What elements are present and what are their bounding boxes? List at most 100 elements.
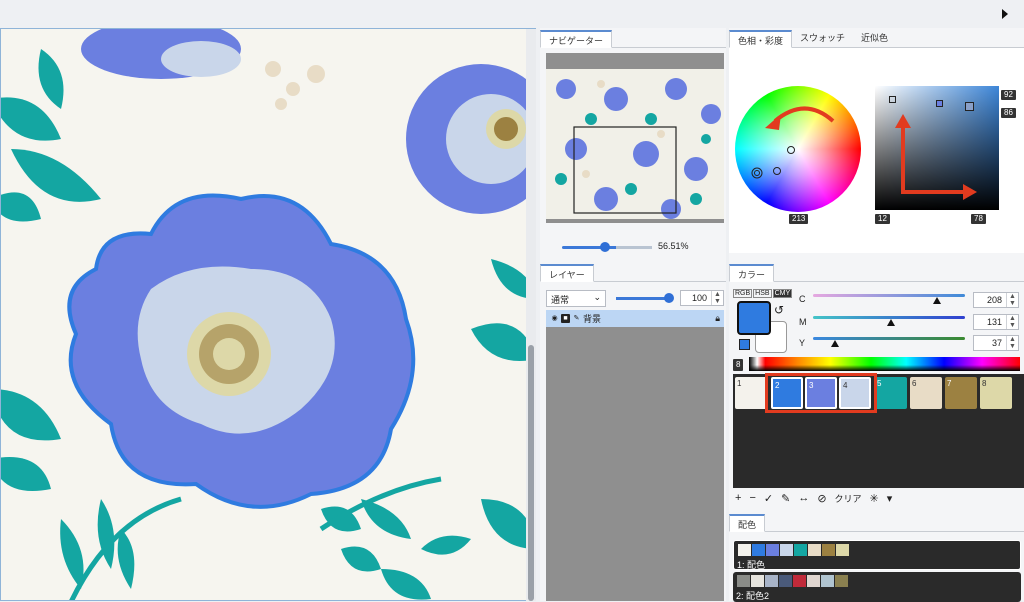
color-scheme-set-2[interactable]: 2: 配色2 — [733, 572, 1021, 602]
tab-hue-saturation[interactable]: 色相・彩度 — [729, 30, 793, 48]
y-spinner[interactable]: ▲ ▼ — [1006, 336, 1018, 350]
top-flower — [81, 29, 241, 79]
zoom-value: 56.51% — [658, 241, 689, 251]
scheme-chip — [737, 575, 750, 587]
opacity-track[interactable] — [616, 297, 670, 300]
mode-cmy[interactable]: CMY — [772, 289, 793, 298]
scheme-chip — [835, 575, 848, 587]
sv-marker-selected — [965, 102, 974, 111]
scheme-chip — [821, 575, 834, 587]
c-spinner[interactable]: ▲ ▼ — [1006, 293, 1018, 307]
color-tabbar: カラー — [729, 262, 1024, 282]
layer-name: 背景 — [583, 314, 602, 324]
color-scheme-panel: 配色 1: 配色 2: 配色2 — [729, 512, 1024, 602]
swatch-number: 5 — [877, 379, 882, 388]
m-input[interactable]: 131 ▲ ▼ — [973, 314, 1019, 330]
opacity-input[interactable]: 100 ▲ ▼ — [680, 290, 724, 306]
m-spinner[interactable]: ▲ ▼ — [1006, 315, 1018, 329]
hue-tabbar: 色相・彩度 スウォッチ 近似色 — [729, 28, 1024, 48]
settings-icon[interactable]: ✳ — [870, 492, 879, 505]
layer-tabbar: レイヤー — [540, 262, 726, 282]
leaf-cluster-left — [1, 49, 101, 222]
canvas-artwork — [1, 29, 535, 600]
delete-icon[interactable]: ⊘ — [817, 492, 826, 505]
small-color-chip[interactable] — [739, 339, 750, 350]
chevron-down-icon[interactable]: ▾ — [887, 492, 893, 505]
pen-icon[interactable]: ✎ — [781, 492, 790, 505]
navigator-tabbar: ナビゲーター — [540, 28, 726, 48]
eye-icon[interactable]: ◉ — [550, 314, 559, 323]
drawing-canvas[interactable] — [0, 28, 536, 601]
tab-navigator[interactable]: ナビゲーター — [540, 30, 613, 48]
spectrum-bar[interactable] — [749, 357, 1020, 371]
opacity-value: 100 — [691, 293, 707, 303]
opacity-knob[interactable] — [664, 293, 674, 303]
layer-row-background[interactable]: ◉ ■ ✎ 背景 🔒︎ — [546, 310, 724, 327]
navigator-preview[interactable] — [546, 53, 724, 223]
tab-approx-color[interactable]: 近似色 — [853, 29, 896, 47]
swatch-number: 7 — [947, 379, 952, 388]
main-flower — [67, 193, 416, 509]
beige-sprig — [265, 61, 325, 110]
v-mid-tag: 86 — [1001, 108, 1016, 118]
m-value: 131 — [986, 317, 1002, 327]
scrollbar-thumb[interactable] — [528, 345, 534, 601]
clear-button[interactable]: クリア — [835, 492, 862, 505]
panel-menu-arrow-icon[interactable] — [1002, 9, 1008, 19]
hue-marker-selected — [751, 167, 763, 179]
swatch-5[interactable]: 5 — [875, 377, 907, 409]
lock-icon[interactable]: 🔒︎ — [715, 313, 720, 324]
canvas-vertical-scrollbar[interactable] — [526, 29, 536, 601]
swatch-grid: 1 2 3 4 5 6 7 8 — [733, 373, 1024, 488]
rotate-arrowhead — [765, 114, 781, 130]
lock-alpha-icon[interactable]: ■ — [561, 314, 570, 323]
scheme-chip — [766, 544, 779, 556]
navigator-layer-column: ナビゲーター 56.51% レイヤー 通常 ⌄ 100 ▲ ▼ ◉ ■ ✎ 背景 🔒︎ — [540, 28, 726, 601]
tab-color-scheme[interactable]: 配色 — [729, 514, 766, 532]
scheme-chip — [794, 544, 807, 556]
y-slider-knob[interactable] — [831, 340, 839, 347]
c-input[interactable]: 208 ▲ ▼ — [973, 292, 1019, 308]
swap-icon[interactable]: ↔ — [798, 492, 809, 504]
mode-hsb[interactable]: HSB — [753, 289, 772, 298]
hue-value-tag: 213 — [789, 214, 809, 224]
swatch-7[interactable]: 7 — [945, 377, 977, 409]
zoom-slider[interactable]: 56.51% — [562, 241, 712, 253]
color-mode-tabs: RGB HSB CMY — [733, 289, 793, 298]
zoom-knob[interactable] — [600, 242, 610, 252]
blend-mode-select[interactable]: 通常 ⌄ — [546, 290, 606, 307]
scheme-chip — [836, 544, 849, 556]
scheme-name: 2: 配色2 — [736, 591, 770, 601]
sv-marker — [936, 100, 943, 107]
swatch-toolbar: + − ✓ ✎ ↔ ⊘ クリア ✳ ▾ — [735, 491, 915, 505]
y-input[interactable]: 37 ▲ ▼ — [973, 335, 1019, 351]
pen-icon[interactable]: ✎ — [572, 314, 581, 323]
wheel-overlay — [751, 106, 835, 179]
swatch-6[interactable]: 6 — [910, 377, 942, 409]
navigator-view-rect — [573, 126, 677, 214]
swatch-8[interactable]: 8 — [980, 377, 1012, 409]
tab-color[interactable]: カラー — [729, 264, 775, 282]
layer-controls: 通常 ⌄ 100 ▲ ▼ — [546, 288, 724, 310]
add-icon[interactable]: + — [735, 492, 741, 504]
main-color-box[interactable] — [737, 301, 771, 335]
opacity-spinner[interactable]: ▲ ▼ — [711, 291, 723, 305]
c-value: 208 — [986, 295, 1002, 305]
m-slider-knob[interactable] — [887, 319, 895, 326]
v-top-tag: 92 — [1001, 90, 1016, 100]
tab-layer[interactable]: レイヤー — [540, 264, 594, 282]
tab-swatch[interactable]: スウォッチ — [792, 29, 853, 47]
swap-colors-icon[interactable]: ↺ — [774, 303, 784, 317]
palette-count-badge: 8 — [733, 359, 744, 371]
mode-rgb[interactable]: RGB — [733, 289, 753, 298]
remove-icon[interactable]: − — [749, 492, 755, 504]
swatch-number: 1 — [737, 379, 742, 388]
layer-list: ◉ ■ ✎ 背景 🔒︎ — [546, 310, 724, 601]
c-slider-knob[interactable] — [933, 297, 941, 304]
swatch-1[interactable]: 1 — [735, 377, 767, 409]
c-slider-track[interactable] — [813, 294, 965, 297]
chevron-down-icon: ⌄ — [593, 292, 601, 302]
scheme-chip — [779, 575, 792, 587]
color-scheme-set-1[interactable]: 1: 配色 — [733, 540, 1021, 570]
check-icon[interactable]: ✓ — [764, 492, 773, 505]
